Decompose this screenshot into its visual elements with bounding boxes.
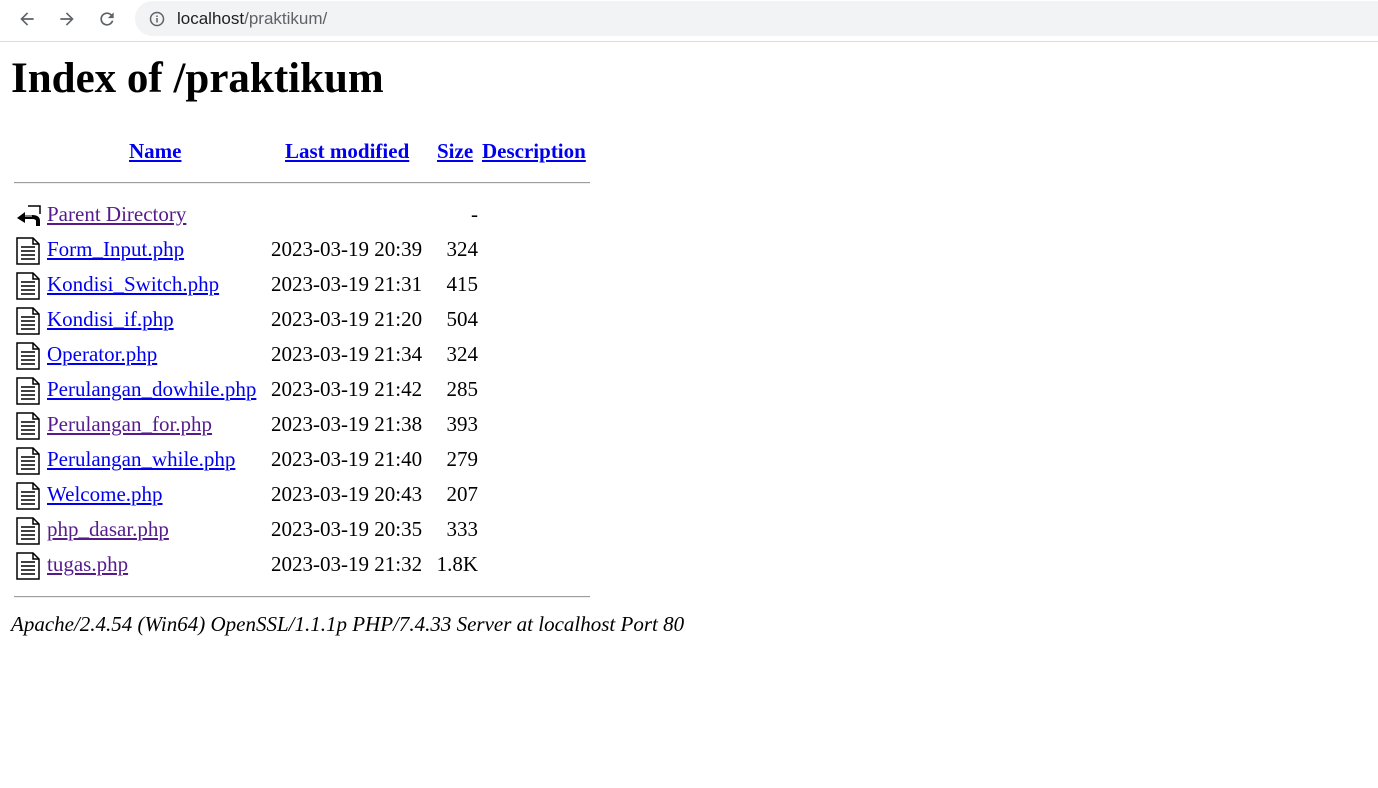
table-row: tugas.php 2023-03-19 21:32 1.8K [0,550,600,585]
size-cell: 207 [446,482,479,506]
file-name-cell: Operator.php [47,342,157,367]
address-bar[interactable]: localhost/praktikum/ [135,1,1378,36]
url-host: localhost [177,8,245,28]
file-link[interactable]: Perulangan_for.php [47,412,212,436]
sort-by-description-link[interactable]: Description [482,139,586,163]
file-name-cell: Parent Directory [47,202,186,227]
file-name-cell: Form_Input.php [47,237,184,262]
url-text: localhost/praktikum/ [177,9,327,29]
file-icon[interactable] [14,412,42,440]
size-cell: 333 [446,517,479,541]
size-cell: 324 [446,342,479,366]
last-modified-cell: 2023-03-19 21:38 [271,412,423,436]
table-row: Perulangan_for.php 2023-03-19 21:38 393 [0,410,600,445]
file-name-cell: Perulangan_while.php [47,447,235,472]
table-row: php_dasar.php 2023-03-19 20:35 333 [0,515,600,550]
back-folder-icon[interactable] [14,202,42,230]
file-icon[interactable] [14,377,42,405]
last-modified-cell: 2023-03-19 20:35 [271,517,423,541]
sort-by-size-link[interactable]: Size [437,139,473,163]
browser-toolbar: localhost/praktikum/ [0,0,1378,42]
file-link[interactable]: Kondisi_if.php [47,307,174,331]
table-row: Kondisi_if.php 2023-03-19 21:20 504 [0,305,600,340]
file-link[interactable]: Welcome.php [47,482,163,506]
file-icon[interactable] [14,517,42,545]
file-icon[interactable] [14,307,42,335]
footer-divider [14,596,590,598]
size-cell: 279 [446,447,479,471]
file-link[interactable]: Perulangan_while.php [47,447,235,471]
sort-by-name-link[interactable]: Name [129,139,181,163]
table-row: Welcome.php 2023-03-19 20:43 207 [0,480,600,515]
last-modified-cell: 2023-03-19 21:34 [271,342,423,366]
file-link[interactable]: Perulangan_dowhile.php [47,377,256,401]
size-cell: 393 [446,412,479,436]
file-icon[interactable] [14,342,42,370]
page-title: Index of /praktikum [11,55,384,102]
file-icon[interactable] [14,237,42,265]
file-name-cell: tugas.php [47,552,128,577]
size-cell: 504 [446,307,479,331]
reload-button[interactable] [92,4,122,34]
url-path: /praktikum/ [244,8,328,28]
table-row: Parent Directory - [0,200,600,235]
header-divider [14,182,590,184]
column-header-name: Name [129,139,181,164]
file-name-cell: php_dasar.php [47,517,169,542]
file-name-cell: Kondisi_Switch.php [47,272,219,297]
file-icon[interactable] [14,552,42,580]
table-row: Operator.php 2023-03-19 21:34 324 [0,340,600,375]
file-link[interactable]: Kondisi_Switch.php [47,272,219,296]
info-icon[interactable] [149,11,165,27]
last-modified-cell: 2023-03-19 21:32 [271,552,423,576]
size-cell: 324 [446,237,479,261]
file-link[interactable]: tugas.php [47,552,128,576]
size-cell: 415 [446,272,479,296]
file-name-cell: Perulangan_dowhile.php [47,377,256,402]
last-modified-cell: 2023-03-19 20:39 [271,237,423,261]
file-link[interactable]: Operator.php [47,342,157,366]
size-cell: 1.8K [436,552,478,576]
server-signature: Apache/2.4.54 (Win64) OpenSSL/1.1.1p PHP… [11,612,685,636]
column-header-last-modified: Last modified [285,139,409,164]
last-modified-cell: 2023-03-19 21:20 [271,307,423,331]
table-row: Perulangan_while.php 2023-03-19 21:40 279 [0,445,600,480]
file-name-cell: Perulangan_for.php [47,412,212,437]
file-link[interactable]: php_dasar.php [47,517,169,541]
file-link[interactable]: Form_Input.php [47,237,184,261]
file-name-cell: Welcome.php [47,482,163,507]
file-name-cell: Kondisi_if.php [47,307,174,332]
last-modified-cell: 2023-03-19 20:43 [271,482,423,506]
table-row: Kondisi_Switch.php 2023-03-19 21:31 415 [0,270,600,305]
table-row: Perulangan_dowhile.php 2023-03-19 21:42 28… [0,375,600,410]
last-modified-cell: 2023-03-19 21:42 [271,377,423,401]
arrow-right-icon [60,12,74,26]
file-link[interactable]: Parent Directory [47,202,186,226]
back-button[interactable] [12,4,42,34]
last-modified-cell: 2023-03-19 21:31 [271,272,423,296]
arrow-left-icon [20,12,34,26]
reload-icon [100,12,114,26]
column-header-size: Size [437,139,473,164]
last-modified-cell: 2023-03-19 21:40 [271,447,423,471]
table-row: Form_Input.php 2023-03-19 20:39 324 [0,235,600,270]
size-cell: - [471,202,478,226]
sort-by-last-modified-link[interactable]: Last modified [285,139,409,163]
file-icon[interactable] [14,447,42,475]
file-icon[interactable] [14,272,42,300]
column-header-description: Description [482,139,586,164]
directory-listing-page: Index of /praktikum Name Last modified S… [0,42,1378,788]
size-cell: 285 [446,377,479,401]
file-icon[interactable] [14,482,42,510]
forward-button[interactable] [52,4,82,34]
